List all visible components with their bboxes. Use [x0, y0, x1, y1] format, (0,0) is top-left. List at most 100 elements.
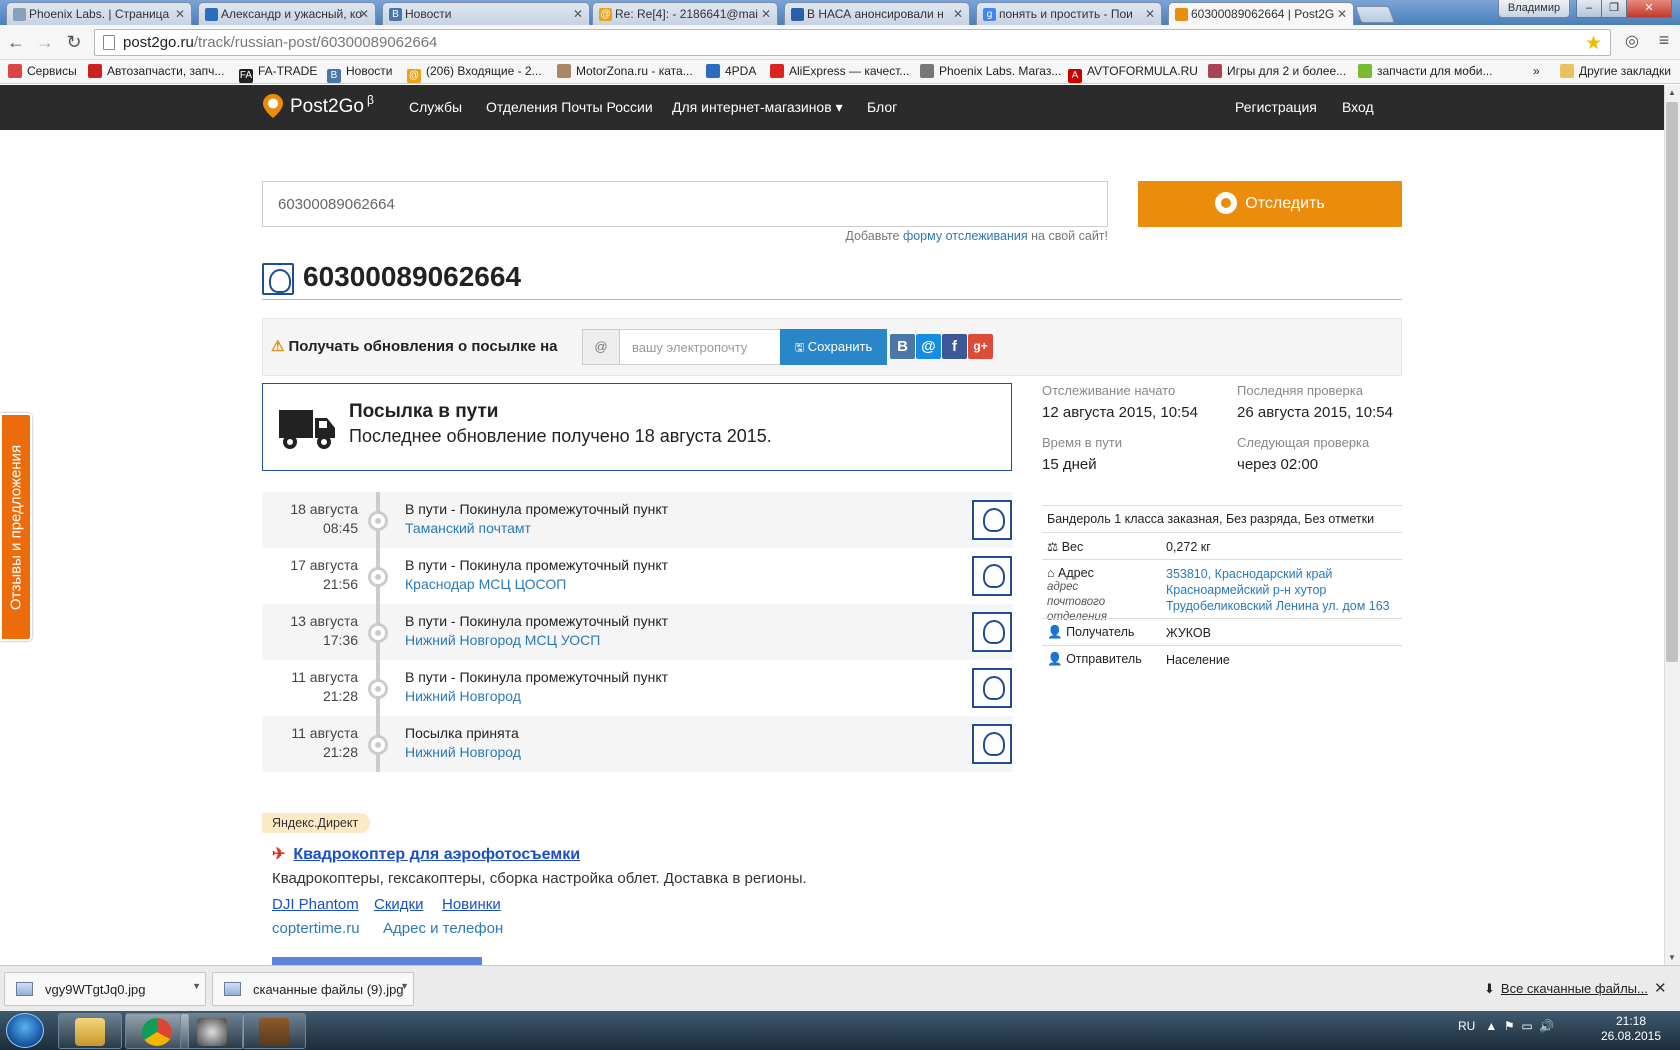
last-check-label: Последняя проверка — [1237, 383, 1363, 398]
bookmark-item[interactable]: Игры для 2 и более... — [1208, 64, 1346, 78]
ad-link[interactable]: DJI Phantom — [272, 896, 359, 913]
chevron-down-icon[interactable]: ▼ — [400, 981, 409, 991]
bookmark-item[interactable]: FA FA-TRADE — [239, 64, 317, 83]
nav-blog[interactable]: Блог — [867, 99, 897, 115]
event-place-link[interactable]: Таманский почтамт — [405, 520, 531, 536]
taskbar-app[interactable] — [180, 1013, 244, 1049]
email-field[interactable]: вашу электропочту — [619, 329, 781, 365]
chrome-icon — [142, 1018, 172, 1046]
ad-link[interactable]: Скидки — [374, 896, 423, 913]
ad-link[interactable]: Новинки — [442, 896, 501, 913]
extension-icon[interactable]: ◎ — [1620, 31, 1644, 51]
tracking-number-input[interactable]: 60300089062664 — [262, 181, 1108, 227]
tab-close-icon[interactable]: ✕ — [573, 7, 583, 21]
browser-tab[interactable]: В НАСА анонсировали н ✕ — [784, 2, 970, 25]
bookmark-item[interactable]: @ (206) Входящие - 2... — [407, 64, 542, 83]
bookmark-item[interactable]: MotorZona.ru - ката... — [557, 64, 693, 78]
event-place-link[interactable]: Нижний Новгород — [405, 744, 521, 760]
clock[interactable]: 21:18 26.08.2015 — [1596, 1014, 1666, 1044]
bookmarks-overflow[interactable]: » — [1533, 64, 1540, 78]
bookmark-item[interactable]: B Новости — [327, 64, 392, 83]
event-place-link[interactable]: Нижний Новгород — [405, 688, 521, 704]
event-place-link[interactable]: Краснодар МСЦ ЦОСОП — [405, 576, 566, 592]
at-sign-addon: @ — [582, 329, 620, 365]
tab-close-icon[interactable]: ✕ — [1145, 7, 1155, 21]
chevron-down-icon[interactable]: ▼ — [192, 981, 201, 991]
language-indicator[interactable]: RU — [1458, 1019, 1475, 1033]
tab-close-icon[interactable]: ✕ — [761, 7, 771, 21]
nav-post-offices[interactable]: Отделения Почты России — [486, 99, 653, 115]
nav-services[interactable]: Службы — [409, 99, 462, 115]
site-logo[interactable]: Post2Go β — [262, 93, 374, 119]
started-value: 12 августа 2015, 10:54 — [1042, 404, 1198, 421]
nav-login[interactable]: Вход — [1342, 99, 1374, 115]
bookmark-item[interactable]: запчасти для моби... — [1358, 64, 1492, 78]
divider — [262, 299, 1402, 300]
bookmark-star-icon[interactable]: ★ — [1585, 32, 1602, 55]
address-row: ⌂ Адрес адрес почтового отделения 353810, … — [1042, 559, 1402, 623]
scrollbar-thumb[interactable] — [1666, 102, 1678, 662]
browser-tab[interactable]: @ Re: Re[4]: - 2186641@mai ✕ — [592, 2, 778, 25]
bookmark-item[interactable]: Сервисы — [8, 64, 77, 78]
network-icon[interactable]: ▭ — [1521, 1019, 1532, 1033]
ad-label[interactable]: Яндекс.Директ — [262, 813, 371, 833]
browser-tab-active[interactable]: 60300089062664 | Post2G ✕ — [1168, 2, 1354, 25]
taskbar-minecraft[interactable] — [242, 1013, 306, 1049]
feedback-tab[interactable]: Отзывы и предложения — [0, 413, 32, 641]
googleplus-share-icon[interactable]: g+ — [968, 334, 993, 359]
ad-domain-link[interactable]: coptertime.ru — [272, 920, 360, 937]
ad-contact-link[interactable]: Адрес и телефон — [383, 920, 503, 937]
reload-icon[interactable]: ↻ — [62, 32, 86, 53]
tab-close-icon[interactable]: ✕ — [1337, 7, 1347, 21]
menu-icon[interactable]: ≡ — [1652, 30, 1676, 51]
facebook-share-icon[interactable]: f — [942, 334, 967, 359]
bookmark-item[interactable]: AliExpress — качест... — [770, 64, 909, 78]
back-icon[interactable]: ← — [4, 32, 28, 53]
volume-icon[interactable]: 🔊 — [1539, 1019, 1554, 1033]
other-bookmarks[interactable]: Другие закладки — [1560, 64, 1671, 78]
maximize-button[interactable]: ❐ — [1601, 0, 1627, 18]
nav-register[interactable]: Регистрация — [1235, 99, 1317, 115]
browser-tab[interactable]: g понять и простить - Пои ✕ — [976, 2, 1162, 25]
event-time: 17:36 — [322, 632, 358, 648]
close-downloads-icon[interactable]: ✕ — [1654, 979, 1667, 997]
download-item[interactable]: скачанные файлы (9).jpg ▼ — [212, 972, 414, 1006]
save-button[interactable]: 🖫 Сохранить — [780, 329, 887, 365]
download-item[interactable]: vgy9WTgtJq0.jpg ▼ — [4, 972, 206, 1006]
russian-post-emblem-icon — [972, 556, 1012, 596]
address-bar[interactable]: post2go.ru/track/russian-post/6030008906… — [94, 29, 1611, 56]
bookmark-item[interactable]: 4PDA — [706, 64, 756, 78]
chest-icon — [259, 1018, 289, 1046]
tracking-form-link[interactable]: форму отслеживания — [903, 229, 1028, 243]
ad-title-link[interactable]: ✈ Квадрокоптер для аэрофотосъемки — [272, 844, 580, 864]
browser-tab[interactable]: B Новости ✕ — [382, 2, 590, 25]
bookmark-item[interactable]: Phoenix Labs. Магаз... — [920, 64, 1061, 78]
event-date: 11 августа — [291, 725, 358, 741]
nav-for-shops[interactable]: Для интернет-магазинов ▾ — [672, 99, 843, 116]
status-title: Посылка в пути — [349, 401, 499, 422]
minimize-button[interactable]: – — [1576, 0, 1602, 18]
tray-arrow-icon[interactable]: ▲ — [1485, 1019, 1497, 1033]
tab-close-icon[interactable]: ✕ — [953, 7, 963, 21]
new-tab-button[interactable] — [1354, 6, 1396, 23]
browser-tab[interactable]: Александр и ужасный, ко ✕ — [198, 2, 376, 25]
start-button[interactable] — [6, 1013, 44, 1048]
bookmark-item[interactable]: Автозапчасти, запч... — [88, 64, 224, 78]
track-button[interactable]: Отследить — [1138, 181, 1402, 227]
bookmark-item[interactable]: A AVTOFORMULA.RU — [1068, 64, 1198, 83]
close-window-button[interactable]: ✕ — [1626, 0, 1672, 18]
tab-close-icon[interactable]: ✕ — [359, 7, 369, 21]
event-place-link[interactable]: Нижний Новгород МСЦ УОСП — [405, 632, 600, 648]
browser-tab[interactable]: Phoenix Labs. | Страница ✕ — [6, 2, 192, 25]
taskbar-explorer[interactable] — [58, 1013, 122, 1049]
vk-share-icon[interactable]: В — [890, 334, 915, 359]
forward-icon[interactable]: → — [33, 32, 57, 53]
all-downloads-link[interactable]: ⬇ Все скачанные файлы... — [1484, 981, 1648, 997]
mailru-share-icon[interactable]: @ — [916, 334, 941, 359]
flag-icon[interactable]: ⚑ — [1504, 1019, 1515, 1033]
profile-button[interactable]: Владимир — [1498, 0, 1570, 18]
tab-close-icon[interactable]: ✕ — [175, 7, 185, 21]
address-link[interactable]: 353810, Краснодарский край Красноармейски… — [1166, 566, 1390, 614]
scroll-down-icon[interactable]: ▼ — [1666, 953, 1678, 962]
scroll-up-icon[interactable]: ▲ — [1666, 88, 1678, 97]
